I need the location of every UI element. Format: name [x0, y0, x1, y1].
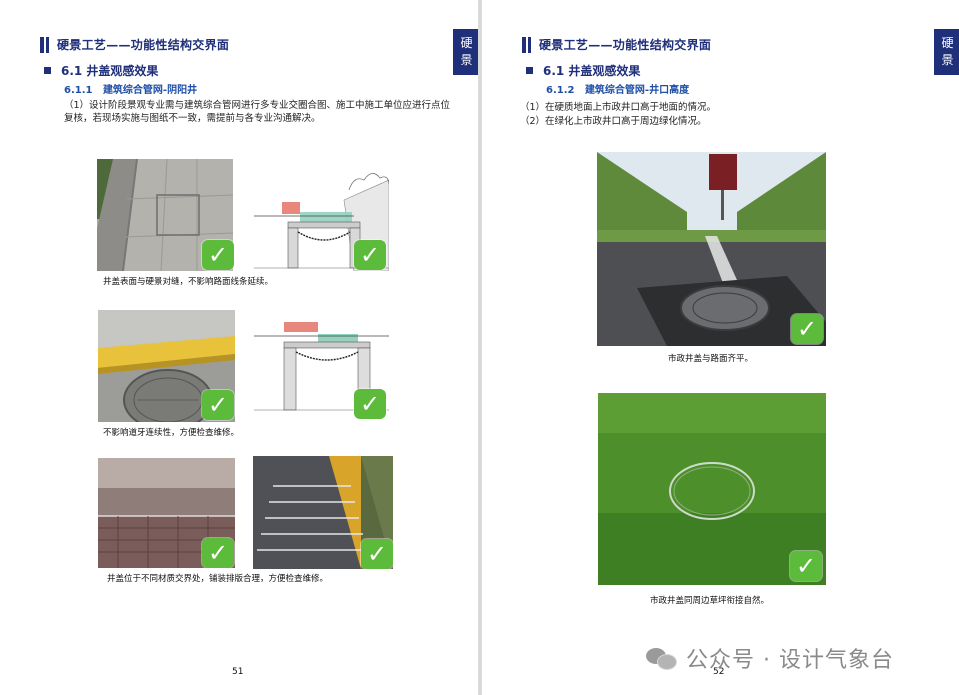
image-caption: 井盖表面与硬景对缝，不影响路面线条延续。	[103, 277, 274, 287]
image-caption: 市政井盖同周边草坪衔接自然。	[650, 596, 770, 606]
wechat-icon	[646, 646, 677, 670]
side-tag: 硬 景	[453, 29, 478, 75]
heading-level-3: 6.1.2 建筑综合管网-井口高度	[546, 85, 690, 96]
section-bar-icon	[40, 36, 44, 53]
watermark: 公众号 · 设计气象台	[646, 642, 894, 674]
left-page: 硬景工艺——功能性结构交界面 硬 景 6.1 井盖观感效果 6.1.1 建筑综合…	[0, 0, 478, 695]
check-icon: ✓	[361, 539, 393, 569]
list-item: （1）在硬质地面上市政井口高于地面的情况。	[520, 102, 717, 113]
image-caption: 井盖位于不同材质交界处，铺装排版合理，方便检查维修。	[107, 574, 329, 584]
section-bar-icon	[528, 36, 531, 53]
check-icon: ✓	[354, 240, 386, 270]
list-item: （2）在绿化上市政井口高于周边绿化情况。	[520, 116, 707, 127]
square-bullet-icon	[526, 67, 533, 74]
image-caption: 市政井盖与路面齐平。	[668, 354, 754, 364]
heading-level-3: 6.1.1 建筑综合管网-阴阳井	[64, 85, 198, 96]
section-bar-icon	[46, 36, 49, 53]
right-page: 硬景工艺——功能性结构交界面 硬 景 6.1 井盖观感效果 6.1.2 建筑综合…	[482, 0, 959, 695]
heading-level-2: 6.1 井盖观感效果	[44, 62, 158, 79]
check-icon: ✓	[202, 390, 234, 420]
watermark-text: 公众号 · 设计气象台	[686, 648, 894, 673]
check-icon: ✓	[202, 240, 234, 270]
section-header: 硬景工艺——功能性结构交界面	[40, 36, 229, 53]
page-number: 51	[232, 667, 244, 677]
image-caption: 不影响道牙连续性，方便检查维修。	[103, 428, 240, 438]
check-icon: ✓	[790, 551, 822, 581]
heading-level-2: 6.1 井盖观感效果	[526, 62, 640, 79]
section-bar-icon	[522, 36, 526, 53]
section-header: 硬景工艺——功能性结构交界面	[522, 36, 711, 53]
paragraph: （1）设计阶段景观专业需与建筑综合管网进行多专业交圈合图、施工中施工单位应进行点…	[64, 100, 451, 124]
section-title: 硬景工艺——功能性结构交界面	[539, 38, 712, 52]
check-icon: ✓	[791, 314, 823, 344]
side-tag: 硬 景	[934, 29, 959, 75]
check-icon: ✓	[202, 538, 234, 568]
check-icon: ✓	[354, 389, 386, 419]
section-title: 硬景工艺——功能性结构交界面	[57, 38, 230, 52]
square-bullet-icon	[44, 67, 51, 74]
